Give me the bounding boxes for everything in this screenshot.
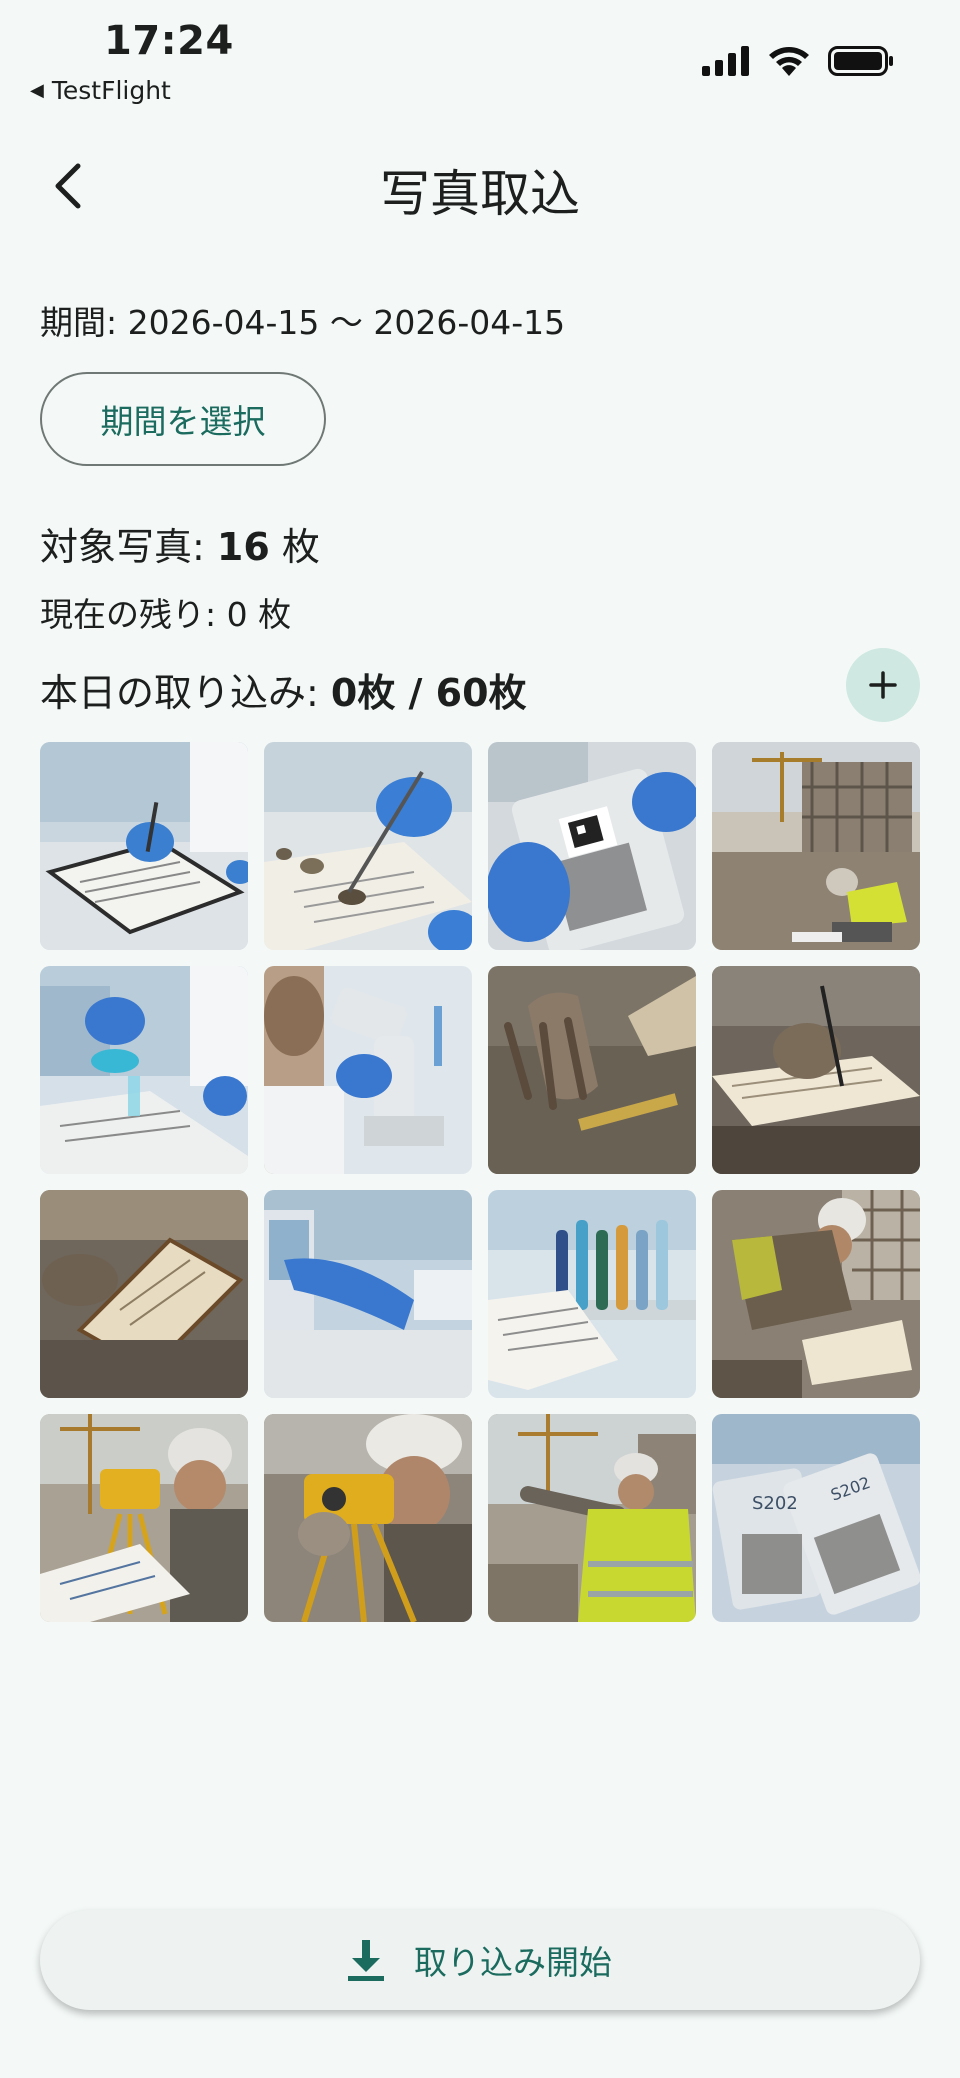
add-button[interactable] [846,648,920,722]
page-title: 写真取込 [380,165,580,223]
today-value: 0枚 / 60枚 [330,671,527,715]
select-period-button[interactable]: 期間を選択 [40,372,326,466]
worker-measuring-photo [712,1190,920,1398]
hand-soil-photo [488,966,696,1174]
photo-thumbnail[interactable] [712,966,920,1174]
target-suffix: 枚 [269,525,320,569]
photo-thumbnail[interactable] [712,742,920,950]
lab-beaker-photo [40,966,248,1174]
target-prefix: 対象写真: [40,525,217,569]
remaining-count: 現在の残り: 0 枚 [40,595,292,634]
photo-thumbnail[interactable] [264,966,472,1174]
target-photo-count: 対象写真: 16 枚 [40,516,320,571]
microscope-photo [264,966,472,1174]
photo-thumbnail[interactable] [264,1414,472,1622]
signal-icon [702,46,749,76]
dirty-notebook-photo [40,1190,248,1398]
back-to-app-link[interactable]: ◀ TestFlight [30,76,171,105]
today-prefix: 本日の取り込み: [40,671,331,715]
test-tubes-photo [488,1190,696,1398]
worker-pointing-photo [488,1414,696,1622]
period-label: 期間: 2026-04-15 〜 2026-04-15 [40,303,566,342]
back-arrow-icon [55,163,81,209]
surveyor-blueprint-photo [40,1414,248,1622]
photo-grid: S202 S202 [40,742,920,1622]
photo-thumbnail[interactable] [264,742,472,950]
photo-thumbnail[interactable] [40,966,248,1174]
lab-equipment-photo [264,1190,472,1398]
lab-notebook-photo [40,742,248,950]
field-notebook-photo [712,966,920,1174]
photo-thumbnail[interactable] [40,1414,248,1622]
back-triangle-icon: ◀ [30,80,44,101]
qr-bag-photo [488,742,696,950]
system-icons [702,46,894,76]
status-bar: 17:24 ◀ TestFlight [0,0,960,110]
soil-sample-photo [264,742,472,950]
sample-bags-photo: S202 S202 [712,1414,920,1622]
app-bar: 写真取込 [0,140,960,230]
photo-thumbnail[interactable] [488,742,696,950]
back-app-label: TestFlight [51,76,171,105]
download-icon [348,1940,384,1981]
photo-thumbnail[interactable] [40,742,248,950]
photo-thumbnail[interactable] [488,966,696,1174]
start-import-label: 取り込み開始 [414,1943,612,1982]
photo-thumbnail[interactable] [264,1190,472,1398]
battery-icon [828,46,893,76]
today-import-count: 本日の取り込み: 0枚 / 60枚 [40,662,527,717]
surveyor-closeup-photo [264,1414,472,1622]
plus-icon [869,671,897,699]
construction-worker-photo [712,742,920,950]
back-button[interactable] [40,158,96,214]
svg-text:S202: S202 [752,1493,798,1514]
photo-thumbnail[interactable] [40,1190,248,1398]
start-import-button[interactable]: 取り込み開始 [40,1910,920,2010]
wifi-icon [769,47,809,76]
photo-thumbnail[interactable] [488,1190,696,1398]
photo-thumbnail[interactable]: S202 S202 [712,1414,920,1622]
photo-thumbnail[interactable] [712,1190,920,1398]
photo-thumbnail[interactable] [488,1414,696,1622]
status-time: 17:24 [104,18,234,64]
target-count: 16 [216,525,270,569]
